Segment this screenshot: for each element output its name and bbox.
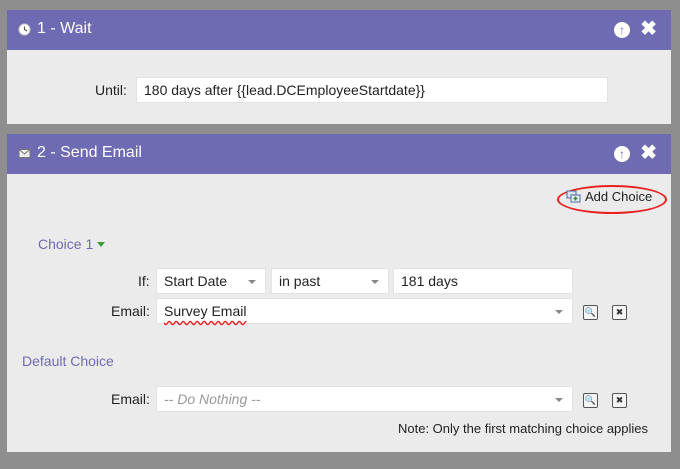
default-choice-heading: Default Choice bbox=[22, 353, 114, 369]
send-email-step-header[interactable]: 2 - Send Email ↑ ✖ bbox=[7, 134, 671, 174]
send-email-step-title-text: 2 - Send Email bbox=[37, 144, 142, 161]
wait-step-card: 1 - Wait ↑ ✖ Until: 180 days after {{lea… bbox=[7, 10, 671, 124]
add-choice-button[interactable]: Add Choice bbox=[566, 189, 652, 204]
email-select[interactable]: Survey Email bbox=[156, 298, 573, 324]
move-up-icon[interactable]: ↑ bbox=[614, 22, 630, 38]
if-label: If: bbox=[138, 273, 150, 289]
note-text: Note: Only the first matching choice app… bbox=[398, 421, 649, 436]
dropdown-triangle-icon bbox=[97, 242, 106, 247]
default-email-label: Email: bbox=[111, 391, 150, 407]
until-field[interactable]: 180 days after {{lead.DCEmployeeStartdat… bbox=[136, 77, 608, 103]
send-email-step-card: 2 - Send Email ↑ ✖ Add Choice Choice 1 I… bbox=[7, 134, 671, 452]
email-label: Email: bbox=[111, 303, 150, 319]
send-email-step-title: 2 - Send Email bbox=[18, 144, 142, 162]
attribute-select[interactable]: Start Date bbox=[156, 268, 266, 294]
until-label: Until: bbox=[95, 82, 127, 98]
delete-icon[interactable]: ✖ bbox=[612, 393, 627, 408]
wait-step-title-text: 1 - Wait bbox=[37, 20, 92, 37]
choice1-heading[interactable]: Choice 1 bbox=[38, 236, 106, 252]
default-email-select[interactable]: -- Do Nothing -- bbox=[156, 386, 573, 412]
clock-icon bbox=[18, 23, 31, 35]
move-up-icon[interactable]: ↑ bbox=[614, 146, 630, 162]
preview-icon[interactable]: 🔍 bbox=[583, 393, 598, 408]
preview-icon[interactable]: 🔍 bbox=[583, 305, 598, 320]
close-icon[interactable]: ✖ bbox=[640, 143, 657, 163]
add-choice-label: Add Choice bbox=[585, 189, 653, 204]
operator-select[interactable]: in past bbox=[271, 268, 389, 294]
wait-step-title: 1 - Wait bbox=[18, 20, 92, 38]
value-field[interactable]: 181 days bbox=[393, 268, 573, 294]
add-choice-icon bbox=[566, 190, 581, 202]
wait-step-header[interactable]: 1 - Wait ↑ ✖ bbox=[7, 10, 671, 50]
delete-icon[interactable]: ✖ bbox=[612, 305, 627, 320]
email-icon bbox=[18, 148, 31, 158]
email-select-value: Survey Email bbox=[164, 303, 247, 319]
choice1-label: Choice 1 bbox=[38, 236, 94, 252]
close-icon[interactable]: ✖ bbox=[640, 19, 657, 39]
